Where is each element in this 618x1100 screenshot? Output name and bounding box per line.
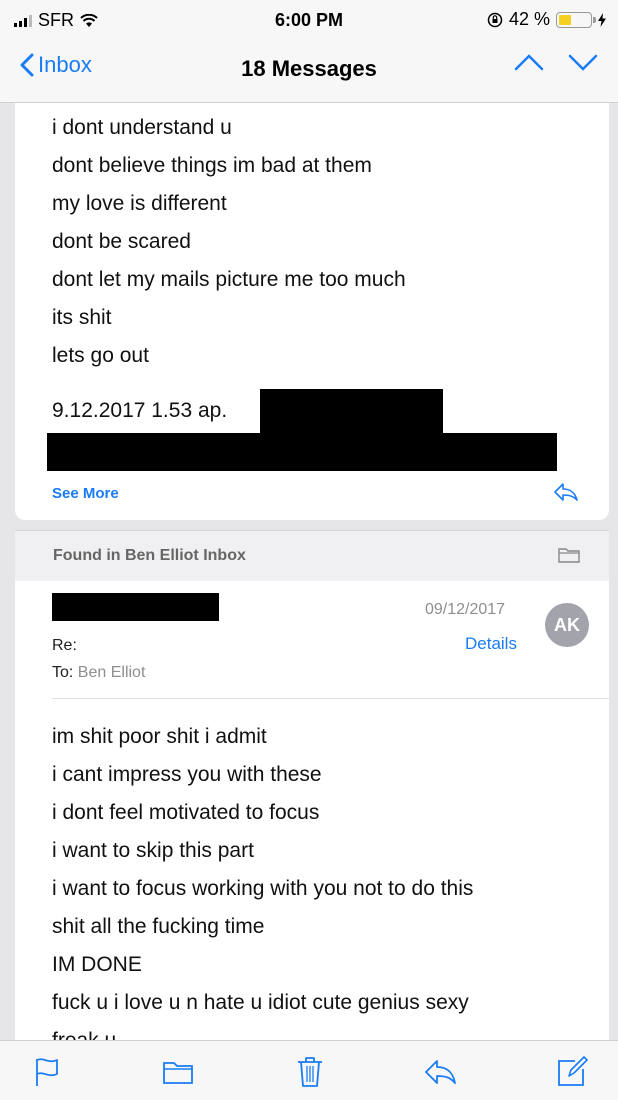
message-body: im shit poor shit i admit i cant impress… xyxy=(52,718,473,1060)
message-line: lets go out xyxy=(52,344,149,367)
battery-icon xyxy=(556,11,596,28)
message-line: my love is different xyxy=(52,192,227,215)
message-line: dont be scared xyxy=(52,230,191,253)
battery-percent: 42 % xyxy=(508,9,550,29)
bottom-toolbar xyxy=(0,1040,618,1100)
folder-icon[interactable] xyxy=(161,1055,195,1089)
message-line: i cant impress you with these xyxy=(52,763,322,786)
trash-icon[interactable] xyxy=(293,1055,327,1089)
nav-bar: Inbox 18 Messages xyxy=(0,38,618,103)
message-line: shit all the fucking time xyxy=(52,915,265,938)
found-in-bar: Found in Ben Elliot Inbox xyxy=(15,530,609,582)
orientation-lock-icon xyxy=(487,12,503,27)
message-line: dont believe things im bad at them xyxy=(52,154,372,177)
message-line: fuck u i love u n hate u idiot cute geni… xyxy=(52,991,469,1014)
recipient-row: To: Ben Elliot xyxy=(52,664,145,682)
redaction-block xyxy=(260,389,443,439)
message-line: its shit xyxy=(52,306,112,329)
see-more-link[interactable]: See More xyxy=(52,485,119,502)
flag-icon[interactable] xyxy=(30,1055,64,1089)
to-label: To: xyxy=(52,664,74,681)
chevron-down-icon[interactable] xyxy=(568,52,598,72)
message-body: i dont understand u dont believe things … xyxy=(52,109,406,375)
details-link[interactable]: Details xyxy=(465,634,517,654)
message-line: i want to skip this part xyxy=(52,839,254,862)
message-line: im shit poor shit i admit xyxy=(52,725,267,748)
message-line: dont let my mails picture me too much xyxy=(52,268,406,291)
redaction-block xyxy=(47,433,557,471)
message-line: i dont understand u xyxy=(52,116,232,139)
header-divider xyxy=(52,698,609,699)
found-in-label: Found in Ben Elliot Inbox xyxy=(53,547,246,564)
folder-icon[interactable] xyxy=(558,546,580,564)
charging-icon xyxy=(598,12,606,27)
quote-header: 9.12.2017 1.53 ap. xyxy=(52,399,228,422)
message-nav-arrows xyxy=(514,52,598,72)
sender-redaction xyxy=(52,593,219,621)
reply-icon[interactable] xyxy=(423,1055,457,1089)
message-line: i want to focus working with you not to … xyxy=(52,877,474,900)
message-line: IM DONE xyxy=(52,953,142,976)
avatar: AK xyxy=(545,603,589,647)
message-card-2[interactable]: 09/12/2017 Details AK Re: To: Ben Elliot… xyxy=(15,581,609,1052)
subject-label: Re: xyxy=(52,637,77,654)
status-bar: SFR 6:00 PM 42 % xyxy=(0,0,618,38)
message-line: i dont feel motivated to focus xyxy=(52,801,320,824)
status-right: 42 % xyxy=(487,9,606,30)
to-value: Ben Elliot xyxy=(77,664,146,681)
compose-icon[interactable] xyxy=(555,1055,589,1089)
message-date: 09/12/2017 xyxy=(425,601,506,618)
reply-icon[interactable] xyxy=(553,482,579,502)
chevron-up-icon[interactable] xyxy=(514,52,544,72)
message-card-1[interactable]: i dont understand u dont believe things … xyxy=(15,103,609,520)
